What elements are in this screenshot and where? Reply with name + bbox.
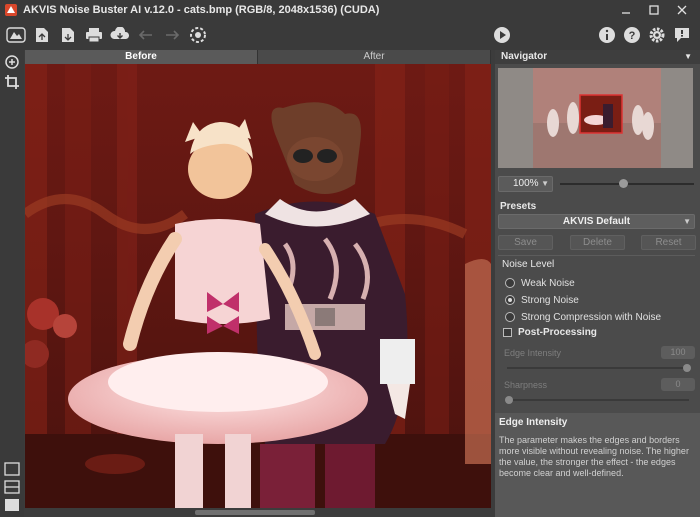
- sharpness-slider[interactable]: [505, 396, 689, 404]
- edge-intensity-slider[interactable]: [507, 364, 691, 372]
- zoom-slider[interactable]: [560, 179, 694, 188]
- run-button[interactable]: [490, 23, 514, 47]
- share-button[interactable]: [108, 23, 132, 47]
- horizontal-scrollbar[interactable]: [25, 508, 491, 517]
- help-icon: ?: [624, 27, 640, 43]
- collapse-arrow-icon[interactable]: ▼: [684, 50, 692, 64]
- crop-tool-button[interactable]: [3, 73, 21, 91]
- title-bar: AKVIS Noise Buster AI v.12.0 - cats.bmp …: [0, 0, 700, 20]
- single-view-icon: [4, 462, 20, 476]
- radio-button[interactable]: [505, 295, 515, 305]
- navigator-thumbnail: [498, 68, 693, 168]
- divider: [498, 255, 695, 256]
- save-file-button[interactable]: [56, 23, 80, 47]
- app-logo-icon: [3, 2, 19, 18]
- window-title: AKVIS Noise Buster AI v.12.0 - cats.bmp …: [23, 4, 380, 16]
- split-view-icon: [4, 480, 20, 494]
- save-file-icon: [62, 28, 74, 42]
- hand-tool-button[interactable]: [3, 53, 21, 71]
- navigator-header: Navigator ▼: [495, 50, 700, 64]
- radio-weak-noise[interactable]: Weak Noise: [505, 277, 575, 289]
- post-processing-label: Post-Processing: [518, 327, 597, 338]
- left-toolbar: [0, 50, 24, 517]
- compare-view-button[interactable]: [3, 496, 21, 514]
- radio-label: Weak Noise: [521, 277, 575, 289]
- scrollbar-thumb[interactable]: [195, 510, 315, 515]
- minimize-icon: [622, 12, 630, 14]
- print-icon: [86, 28, 102, 43]
- radio-button[interactable]: [505, 312, 515, 322]
- compare-view-icon: [5, 499, 19, 511]
- redo-icon: [166, 30, 180, 40]
- preset-selected: AKVIS Default: [562, 216, 631, 227]
- tab-before[interactable]: Before: [25, 50, 258, 64]
- radio-strong-compression[interactable]: Strong Compression with Noise: [505, 311, 661, 323]
- sharpness-handle[interactable]: [505, 396, 513, 404]
- open-file-icon: [36, 28, 48, 42]
- main-toolbar: ?: [0, 20, 700, 50]
- split-view-button[interactable]: [3, 478, 21, 496]
- sharpness-field[interactable]: 0: [661, 378, 695, 391]
- home-icon: [6, 27, 26, 43]
- edge-intensity-handle[interactable]: [683, 364, 691, 372]
- post-processing-checkbox[interactable]: [503, 328, 512, 337]
- open-file-button[interactable]: [30, 23, 54, 47]
- notifications-button[interactable]: [670, 23, 694, 47]
- notifications-icon: [675, 28, 689, 42]
- navigator-title: Navigator: [501, 51, 548, 62]
- preferences-icon: [190, 27, 206, 43]
- ballet-photo: [25, 64, 491, 508]
- radio-strong-noise[interactable]: Strong Noise: [505, 294, 579, 306]
- image-canvas[interactable]: [25, 64, 491, 508]
- help-panel: Edge Intensity The parameter makes the e…: [495, 413, 700, 517]
- navigator-preview[interactable]: [498, 68, 693, 168]
- info-button[interactable]: [595, 23, 619, 47]
- settings-button[interactable]: [645, 23, 669, 47]
- preferences-button[interactable]: [186, 23, 210, 47]
- view-tabs: Before After: [25, 50, 491, 64]
- radio-label: Strong Noise: [521, 294, 579, 306]
- hand-tool-icon: [5, 55, 19, 69]
- single-view-button[interactable]: [3, 460, 21, 478]
- edge-intensity-field[interactable]: 100: [661, 346, 695, 359]
- close-icon: [677, 5, 687, 15]
- presets-label: Presets: [500, 201, 537, 212]
- zoom-controls: 100% ▼: [498, 176, 697, 192]
- save-preset-button[interactable]: Save: [498, 235, 553, 250]
- preset-dropdown[interactable]: AKVIS Default ▼: [498, 214, 695, 229]
- zoom-slider-handle[interactable]: [618, 179, 628, 188]
- noise-level-label: Noise Level: [502, 259, 555, 270]
- post-processing-toggle[interactable]: Post-Processing: [503, 327, 597, 338]
- reset-preset-button[interactable]: Reset: [641, 235, 696, 250]
- help-button[interactable]: ?: [620, 23, 644, 47]
- close-button[interactable]: [668, 0, 696, 20]
- svg-text:?: ?: [629, 30, 636, 42]
- chevron-down-icon: ▼: [541, 179, 549, 188]
- undo-button[interactable]: [134, 23, 158, 47]
- home-button[interactable]: [4, 23, 28, 47]
- minimize-button[interactable]: [612, 0, 640, 20]
- maximize-icon: [649, 5, 659, 15]
- navigator-viewport-frame: [579, 94, 623, 134]
- zoom-select[interactable]: 100% ▼: [498, 176, 553, 192]
- radio-button[interactable]: [505, 278, 515, 288]
- radio-label: Strong Compression with Noise: [521, 311, 662, 323]
- settings-icon: [649, 27, 665, 43]
- share-icon: [110, 27, 129, 39]
- delete-preset-button[interactable]: Delete: [570, 235, 625, 250]
- sharpness-label: Sharpness: [504, 380, 548, 390]
- redo-button[interactable]: [160, 23, 184, 47]
- chevron-down-icon: ▼: [683, 217, 691, 226]
- help-text: The parameter makes the edges and border…: [499, 435, 689, 478]
- undo-icon: [138, 30, 152, 40]
- help-title: Edge Intensity: [499, 417, 568, 428]
- run-icon: [494, 27, 510, 43]
- info-icon: [599, 27, 615, 43]
- maximize-button[interactable]: [640, 0, 668, 20]
- tab-after[interactable]: After: [258, 50, 491, 64]
- edge-intensity-label: Edge Intensity: [504, 348, 562, 358]
- crop-icon: [5, 75, 19, 89]
- print-button[interactable]: [82, 23, 106, 47]
- zoom-value: 100%: [513, 178, 539, 189]
